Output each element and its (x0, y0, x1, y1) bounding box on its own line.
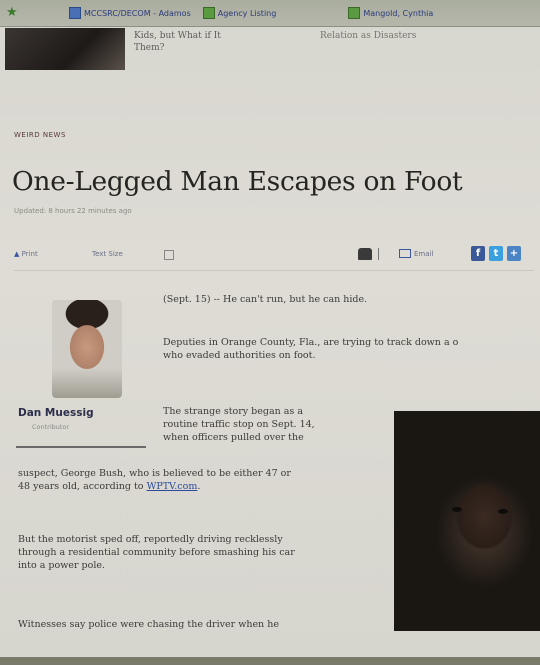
browser-page: ★ MCCSRC/DECOM - Adamos Agency Listing M… (0, 0, 540, 665)
photo-detail (498, 509, 508, 514)
article-paragraph: (Sept. 15) -- He can't run, but he can h… (163, 293, 367, 306)
screen-bottom-edge (0, 657, 540, 665)
author-photo[interactable] (52, 300, 122, 398)
photo-detail (452, 507, 462, 512)
top-story-teaser[interactable]: Kids, but What if It Them? (134, 30, 264, 54)
page-icon (348, 7, 361, 19)
paragraph-line: routine traffic stop on Sept. 14, (163, 419, 315, 430)
top-story-teaser-right[interactable]: Relation as Disasters (320, 30, 430, 42)
paragraph-line: Witnesses say police were chasing the dr… (18, 619, 279, 630)
text-size-label: Text Size (92, 250, 123, 258)
article-paragraph: The strange story began as a routine tra… (163, 405, 315, 444)
updated-timestamp: Updated: 8 hours 22 minutes ago (14, 207, 132, 215)
period: . (197, 481, 201, 492)
paragraph-line: Deputies in Orange County, Fla., are try… (163, 337, 459, 348)
bookmark-label: Agency Listing (217, 8, 277, 18)
bookmark-item[interactable]: Agency Listing (200, 5, 280, 21)
top-story-thumbnail[interactable] (5, 28, 125, 70)
divider (378, 248, 379, 260)
expand-icon[interactable] (164, 250, 174, 260)
add-bookmark-icon[interactable]: ★ (6, 6, 20, 20)
paragraph-line: 48 years old, according to WPTV.com. (18, 480, 291, 493)
source-link[interactable]: WPTV.com (147, 481, 198, 492)
author-divider (16, 446, 146, 448)
paragraph-line: who evaded authorities on foot. (163, 350, 316, 361)
author-role: Contributor (32, 423, 70, 431)
email-label[interactable]: Email (414, 250, 433, 258)
paragraph-line: The strange story began as a (163, 406, 303, 417)
paragraph-line: through a residential community before s… (18, 547, 295, 558)
paragraph-text: (Sept. 15) -- He can't run, but he can h… (163, 294, 368, 305)
paragraph-line: suspect, George Bush, who is believed to… (18, 468, 291, 479)
page-icon (69, 7, 81, 19)
paragraph-line: But the motorist sped off, reportedly dr… (18, 534, 283, 545)
section-label[interactable]: WEIRD NEWS (14, 131, 66, 139)
text-size-control[interactable]: Text Size (92, 250, 123, 258)
tools-divider (14, 270, 534, 271)
suspect-photo[interactable] (394, 411, 540, 631)
email-icon[interactable] (399, 249, 411, 258)
author-name[interactable]: Dan Muessig (18, 407, 94, 419)
article-headline: One-Legged Man Escapes on Foot (12, 166, 463, 197)
facebook-icon[interactable]: f (471, 246, 485, 261)
bookmark-label: MCCSRC/DECOM - Adamos (84, 8, 191, 18)
article-paragraph: But the motorist sped off, reportedly dr… (18, 533, 295, 572)
article-paragraph: suspect, George Bush, who is believed to… (18, 467, 291, 493)
print-small-icon: ▲ (14, 250, 20, 258)
paragraph-text: 48 years old, according to (18, 481, 144, 492)
share-icon[interactable]: + (507, 246, 521, 261)
page-icon (202, 7, 215, 19)
printer-icon[interactable] (358, 248, 372, 260)
twitter-icon[interactable]: t (489, 246, 503, 261)
bookmark-item[interactable]: Mangold, Cynthia (345, 5, 436, 21)
top-story-line: Them? (134, 43, 165, 53)
paragraph-line: into a power pole. (18, 560, 105, 571)
bookmark-item[interactable]: MCCSRC/DECOM - Adamos (66, 5, 194, 21)
paragraph-line: when officers pulled over the (163, 432, 304, 443)
article-tools: ▲ Print Text Size Email f t + (14, 246, 534, 266)
top-story-line: Kids, but What if It (134, 31, 221, 41)
article-paragraph: Deputies in Orange County, Fla., are try… (163, 336, 540, 362)
bookmarks-bar: ★ MCCSRC/DECOM - Adamos Agency Listing M… (0, 0, 540, 27)
article-paragraph: Witnesses say police were chasing the dr… (18, 618, 279, 631)
bookmark-label: Mangold, Cynthia (363, 8, 434, 18)
print-label: Print (21, 250, 38, 258)
print-link[interactable]: ▲ Print (14, 250, 38, 258)
